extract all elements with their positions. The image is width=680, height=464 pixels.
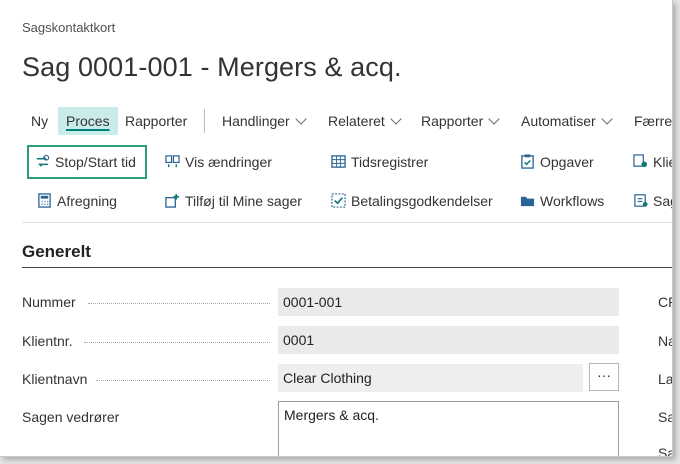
menu-rapporter-dropdown[interactable]: Rapporter [421, 107, 500, 135]
right-field-label-1: CP [658, 294, 672, 310]
view-changes-button[interactable]: Vis ændringer [165, 151, 272, 173]
payment-approval-icon [331, 193, 346, 208]
nummer-field[interactable]: 0001-001 [278, 288, 619, 316]
tasks-button[interactable]: Opgaver [520, 151, 594, 173]
menu-automatiser-label: Automatiser [521, 113, 596, 129]
chevron-down-icon [295, 113, 307, 125]
client-button[interactable]: Klie [633, 151, 672, 173]
divider [22, 222, 672, 223]
menu-relateret-label: Relateret [328, 113, 385, 129]
settlement-button[interactable]: Afregning [37, 190, 117, 212]
leader-dots [96, 378, 270, 381]
menu-handlinger[interactable]: Handlinger [222, 107, 307, 135]
klientnr-label: Klientnr. [22, 333, 73, 349]
klientnavn-field[interactable]: Clear Clothing [278, 364, 583, 392]
job-card-page: Sagskontaktkort Sag 0001-001 - Mergers &… [0, 0, 673, 457]
add-to-my-cases-label: Tilføj til Mine sager [185, 193, 302, 209]
vedroerer-label: Sagen vedrører [22, 409, 120, 425]
klientnavn-lookup-button[interactable]: ··· [589, 363, 619, 391]
section-divider [22, 267, 672, 268]
view-changes-icon [165, 155, 180, 168]
breadcrumb[interactable]: Sagskontaktkort [22, 20, 115, 35]
menu-faerre[interactable]: Færre [634, 107, 672, 135]
menu-relateret[interactable]: Relateret [328, 107, 402, 135]
workflows-button[interactable]: Workflows [520, 190, 604, 212]
swap-clock-icon [36, 154, 50, 167]
klientnr-field[interactable]: 0001 [278, 326, 619, 354]
chevron-down-icon [601, 113, 613, 125]
time-register-label: Tidsregistrer [351, 154, 429, 170]
menu-automatiser[interactable]: Automatiser [521, 107, 613, 135]
view-changes-label: Vis ændringer [185, 154, 272, 170]
nummer-label: Nummer [22, 294, 76, 310]
calculator-icon [38, 193, 51, 208]
page-title: Sag 0001-001 - Mergers & acq. [22, 52, 402, 82]
case-button[interactable]: Sag [633, 190, 672, 212]
case-label: Sag [653, 193, 672, 209]
stop-start-time-button[interactable]: Stop/Start tid [35, 151, 136, 173]
workflow-icon [520, 196, 535, 207]
chevron-down-icon [390, 113, 402, 125]
action-menu-bar: Ny Proces Rapporter Handlinger Relateret… [22, 107, 672, 135]
workflows-label: Workflows [540, 193, 605, 209]
time-register-button[interactable]: Tidsregistrer [331, 151, 428, 173]
menu-ny[interactable]: Ny [31, 107, 48, 135]
menu-proces[interactable]: Proces [58, 107, 118, 135]
settlement-label: Afregning [57, 193, 117, 209]
menu-rapporter-dropdown-label: Rapporter [421, 113, 484, 129]
klientnavn-label: Klientnavn [22, 371, 88, 387]
payment-approvals-button[interactable]: Betalingsgodkendelser [331, 190, 493, 212]
leader-dots [88, 301, 270, 304]
add-to-my-cases-button[interactable]: Tilføj til Mine sager [165, 190, 302, 212]
vedroerer-textarea[interactable]: Mergers & acq. [278, 401, 619, 456]
time-register-icon [331, 155, 346, 168]
menu-divider [204, 109, 205, 133]
right-field-label-3: La [658, 371, 673, 387]
menu-rapporter[interactable]: Rapporter [125, 107, 187, 135]
tasks-label: Opgaver [540, 154, 594, 170]
add-to-my-cases-icon [165, 193, 180, 208]
chevron-down-icon [488, 113, 500, 125]
stop-start-label: Stop/Start tid [55, 154, 136, 170]
case-icon [634, 194, 648, 207]
right-field-label-5: Sa [658, 445, 672, 457]
right-field-label-2: Na [658, 333, 672, 349]
client-icon [633, 154, 648, 168]
client-label: Klie [653, 154, 672, 170]
section-title-generelt[interactable]: Generelt [22, 242, 91, 262]
menu-handlinger-label: Handlinger [222, 113, 290, 129]
payment-approvals-label: Betalingsgodkendelser [351, 193, 493, 209]
leader-dots [84, 340, 270, 343]
right-field-label-4: Sa [658, 409, 672, 425]
tasks-icon [521, 154, 534, 169]
